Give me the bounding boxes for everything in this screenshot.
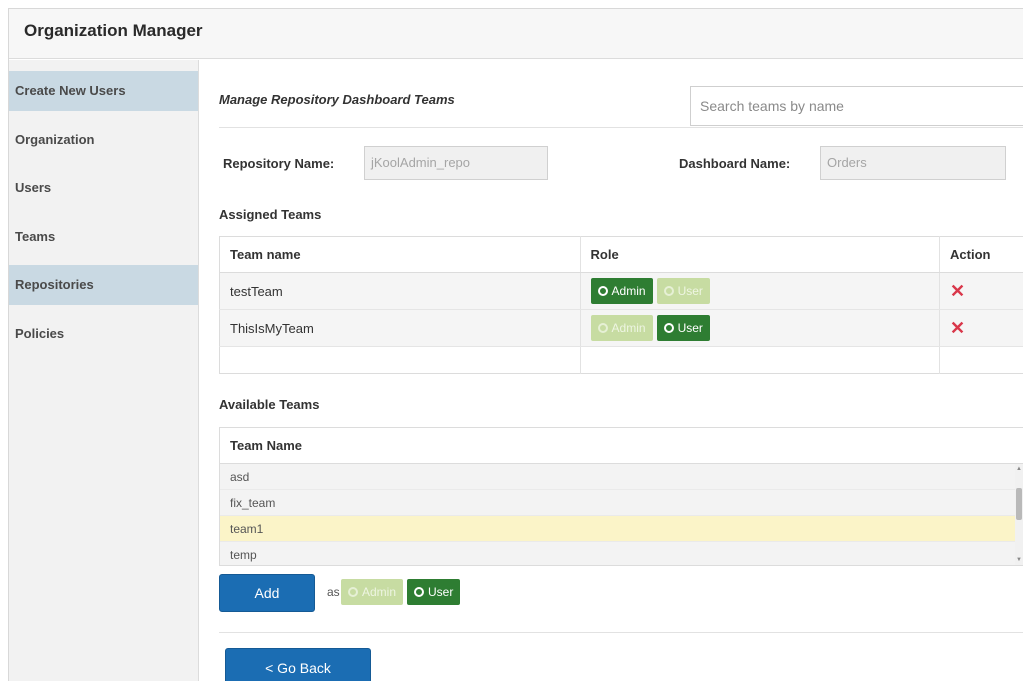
empty-cell xyxy=(219,346,581,374)
empty-cell xyxy=(580,346,941,374)
remove-x-icon[interactable]: ✕ xyxy=(950,281,965,301)
user-role-label: User xyxy=(677,284,703,298)
scrollbar[interactable]: ▲ ▼ xyxy=(1015,464,1023,565)
main-content: Manage Repository Dashboard Teams Reposi… xyxy=(209,60,1023,681)
team-name-cell: ThisIsMyTeam xyxy=(219,309,581,347)
available-teams-scroll[interactable]: asd fix_team team1 temp ▲ ▼ xyxy=(220,464,1023,565)
dashboard-name-label: Dashboard Name: xyxy=(679,156,791,171)
user-role-button[interactable]: User xyxy=(407,579,461,605)
app-window: Organization Manager Create New Users Or… xyxy=(8,8,1023,681)
repository-name-field: jKoolAdmin_repo xyxy=(364,146,548,180)
sidebar-item-users[interactable]: Users xyxy=(9,168,198,208)
user-role-button[interactable]: User xyxy=(656,278,710,304)
dashboard-name-field: Orders xyxy=(820,146,1006,180)
radio-dot-icon xyxy=(663,323,674,333)
empty-row xyxy=(219,346,1023,374)
column-header-action: Action xyxy=(939,236,1023,273)
role-cell: Admin User xyxy=(580,272,941,310)
empty-cell xyxy=(939,346,1023,374)
list-item-selected[interactable]: team1 xyxy=(220,516,1023,542)
list-item[interactable]: fix_team xyxy=(220,490,1023,516)
as-label: as xyxy=(327,585,340,599)
repository-name-label: Repository Name: xyxy=(223,156,335,171)
assigned-teams-table: Team name Role Action testTeam Admin User… xyxy=(219,236,1023,374)
admin-role-button[interactable]: Admin xyxy=(341,579,404,605)
page-title: Manage Repository Dashboard Teams xyxy=(219,92,455,107)
divider xyxy=(219,127,1023,128)
sidebar-item-repositories[interactable]: Repositories xyxy=(9,265,198,305)
admin-role-label: Admin xyxy=(611,321,646,335)
available-teams-title: Available Teams xyxy=(219,397,320,412)
admin-role-button[interactable]: Admin xyxy=(590,278,653,304)
sidebar-item-organization[interactable]: Organization xyxy=(9,120,198,160)
sidebar: Create New Users Organization Users Team… xyxy=(9,60,199,681)
table-row: testTeam Admin User ✕ xyxy=(219,272,1023,310)
column-header-team-name: Team Name xyxy=(220,428,1023,464)
table-row: ThisIsMyTeam Admin User ✕ xyxy=(219,309,1023,347)
radio-dot-icon xyxy=(348,587,358,597)
add-button[interactable]: Add xyxy=(219,574,315,612)
action-cell: ✕ xyxy=(939,309,1023,347)
scroll-thumb[interactable] xyxy=(1016,488,1022,520)
role-cell: Admin User xyxy=(580,309,941,347)
scroll-up-icon[interactable]: ▲ xyxy=(1016,466,1022,472)
app-title: Organization Manager xyxy=(24,21,203,40)
scroll-down-icon[interactable]: ▼ xyxy=(1016,557,1022,563)
list-item[interactable]: asd xyxy=(220,464,1023,490)
sidebar-item-teams[interactable]: Teams xyxy=(9,217,198,257)
title-bar: Organization Manager xyxy=(9,9,1023,59)
divider xyxy=(219,632,1023,633)
admin-role-label: Admin xyxy=(362,585,397,599)
available-teams-list: Team Name asd fix_team team1 temp ▲ ▼ xyxy=(219,427,1023,566)
sidebar-item-policies[interactable]: Policies xyxy=(9,314,198,354)
radio-dot-icon xyxy=(414,587,425,597)
user-role-label: User xyxy=(677,321,703,335)
sidebar-item-create-new-users[interactable]: Create New Users xyxy=(9,71,198,111)
radio-dot-icon xyxy=(597,286,608,296)
table-header-row: Team name Role Action xyxy=(219,236,1023,273)
column-header-role: Role xyxy=(580,236,941,273)
radio-dot-icon xyxy=(597,323,608,333)
admin-role-label: Admin xyxy=(611,284,646,298)
assigned-teams-title: Assigned Teams xyxy=(219,207,322,222)
add-role-selector: Admin User xyxy=(341,579,464,605)
remove-x-icon[interactable]: ✕ xyxy=(950,318,965,338)
list-item[interactable]: temp xyxy=(220,542,1023,565)
user-role-button[interactable]: User xyxy=(656,315,710,341)
user-role-label: User xyxy=(428,585,454,599)
go-back-button[interactable]: < Go Back xyxy=(225,648,371,681)
radio-dot-icon xyxy=(663,286,674,296)
team-name-cell: testTeam xyxy=(219,272,581,310)
admin-role-button[interactable]: Admin xyxy=(590,315,653,341)
column-header-team-name: Team name xyxy=(219,236,581,273)
action-cell: ✕ xyxy=(939,272,1023,310)
search-input[interactable] xyxy=(690,86,1023,126)
